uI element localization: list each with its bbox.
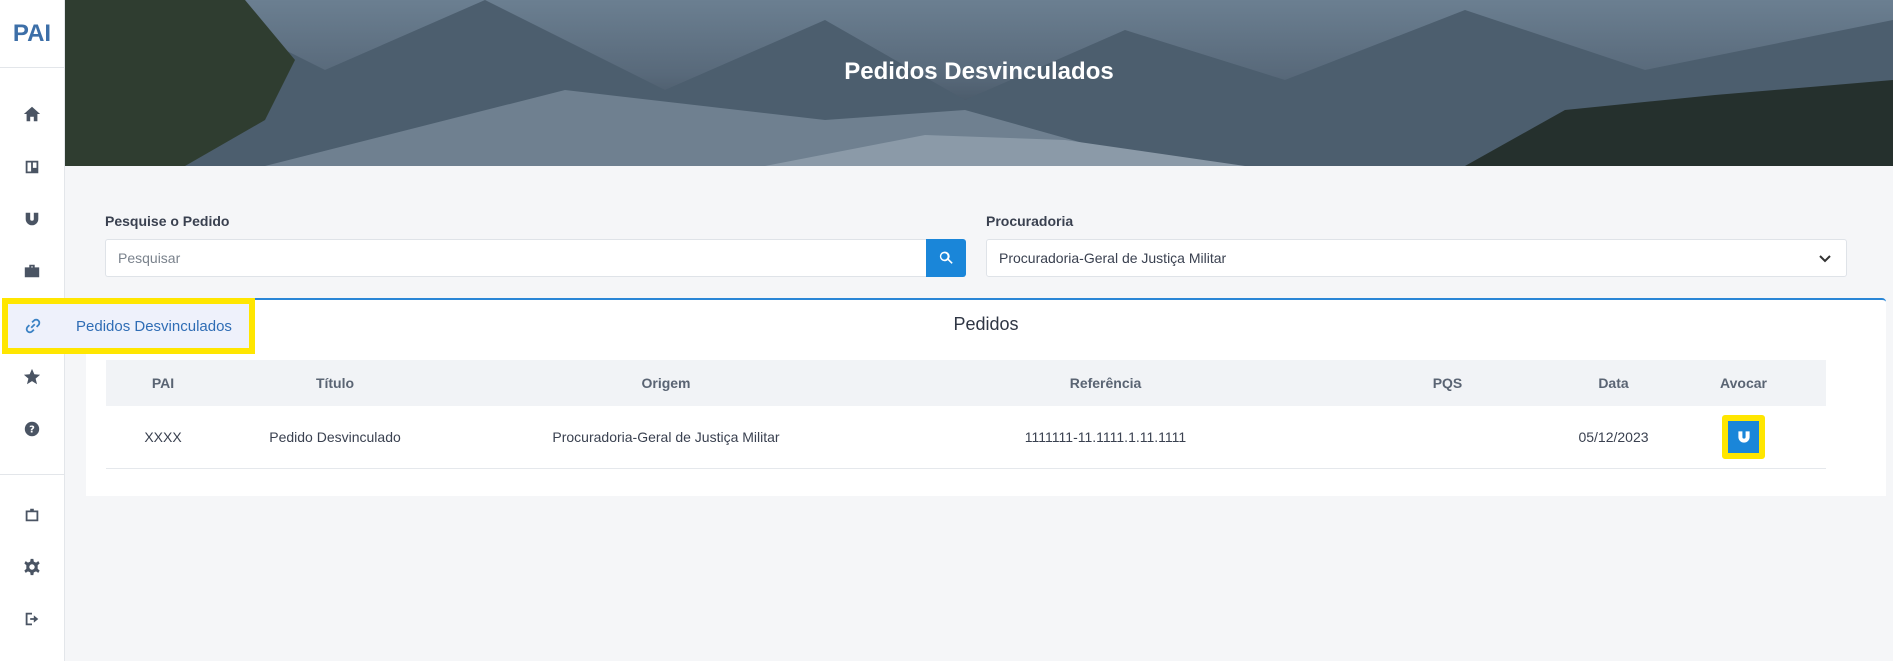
search-icon <box>939 251 953 264</box>
card-title: Pedidos <box>953 314 1019 334</box>
magnet-icon[interactable] <box>0 199 64 239</box>
star-icon[interactable] <box>0 357 64 397</box>
procuradoria-value: Procuradoria-Geral de Justiça Militar <box>999 250 1227 266</box>
procuradoria-label: Procuradoria <box>986 213 1074 229</box>
cell-origem: Procuradoria-Geral de Justiça Militar <box>450 406 882 469</box>
column-header[interactable]: Origem <box>450 360 882 406</box>
sidebar-item-label: Pedidos Desvinculados <box>76 317 232 335</box>
chevron-down-icon <box>1819 255 1831 263</box>
cell-referencia: 1111111-11.1111.1.11.1111 <box>882 406 1329 469</box>
procuradoria-select[interactable]: Procuradoria-Geral de Justiça Militar <box>986 239 1847 277</box>
help-icon[interactable]: ? <box>0 409 64 449</box>
app-logo[interactable]: PAI <box>0 0 64 68</box>
hero-banner: Pedidos Desvinculados <box>65 0 1893 166</box>
svg-text:?: ? <box>29 425 35 436</box>
cell-avocar <box>1661 406 1826 469</box>
column-header[interactable]: Título <box>220 360 450 406</box>
column-header[interactable]: PAI <box>106 360 220 406</box>
magnet-icon <box>1737 431 1750 443</box>
sidebar-divider <box>0 474 64 475</box>
sidebar-item-pedidos-desvinculados[interactable]: Pedidos Desvinculados <box>2 298 255 354</box>
search-button[interactable] <box>926 239 966 277</box>
cell-data: 05/12/2023 <box>1566 406 1661 469</box>
building-icon[interactable] <box>0 495 64 535</box>
home-icon[interactable] <box>0 94 64 134</box>
search-group <box>105 239 966 277</box>
cell-titulo: Pedido Desvinculado <box>220 406 450 469</box>
cell-pqs <box>1329 406 1566 469</box>
column-header[interactable]: Data <box>1566 360 1661 406</box>
column-header[interactable]: Referência <box>882 360 1329 406</box>
search-input[interactable] <box>105 239 926 277</box>
pedidos-card: Pedidos PAI Título Origem Referência PQS… <box>86 298 1886 496</box>
briefcase-icon[interactable] <box>0 251 64 291</box>
board-icon[interactable] <box>0 147 64 187</box>
gear-icon[interactable] <box>0 547 64 587</box>
page-title: Pedidos Desvinculados <box>844 58 1114 85</box>
avocar-button[interactable] <box>1722 414 1765 459</box>
column-header[interactable]: PQS <box>1329 360 1566 406</box>
column-header: Avocar <box>1720 375 1767 391</box>
search-label: Pesquise o Pedido <box>105 213 230 229</box>
table-header: PAI Título Origem Referência PQS Data Av… <box>106 360 1826 406</box>
pedidos-table: PAI Título Origem Referência PQS Data Av… <box>106 360 1826 469</box>
table-row: XXXX Pedido Desvinculado Procuradoria-Ge… <box>106 406 1826 469</box>
logout-icon[interactable] <box>0 599 64 639</box>
link-icon <box>8 317 58 335</box>
cell-pai: XXXX <box>106 406 220 469</box>
